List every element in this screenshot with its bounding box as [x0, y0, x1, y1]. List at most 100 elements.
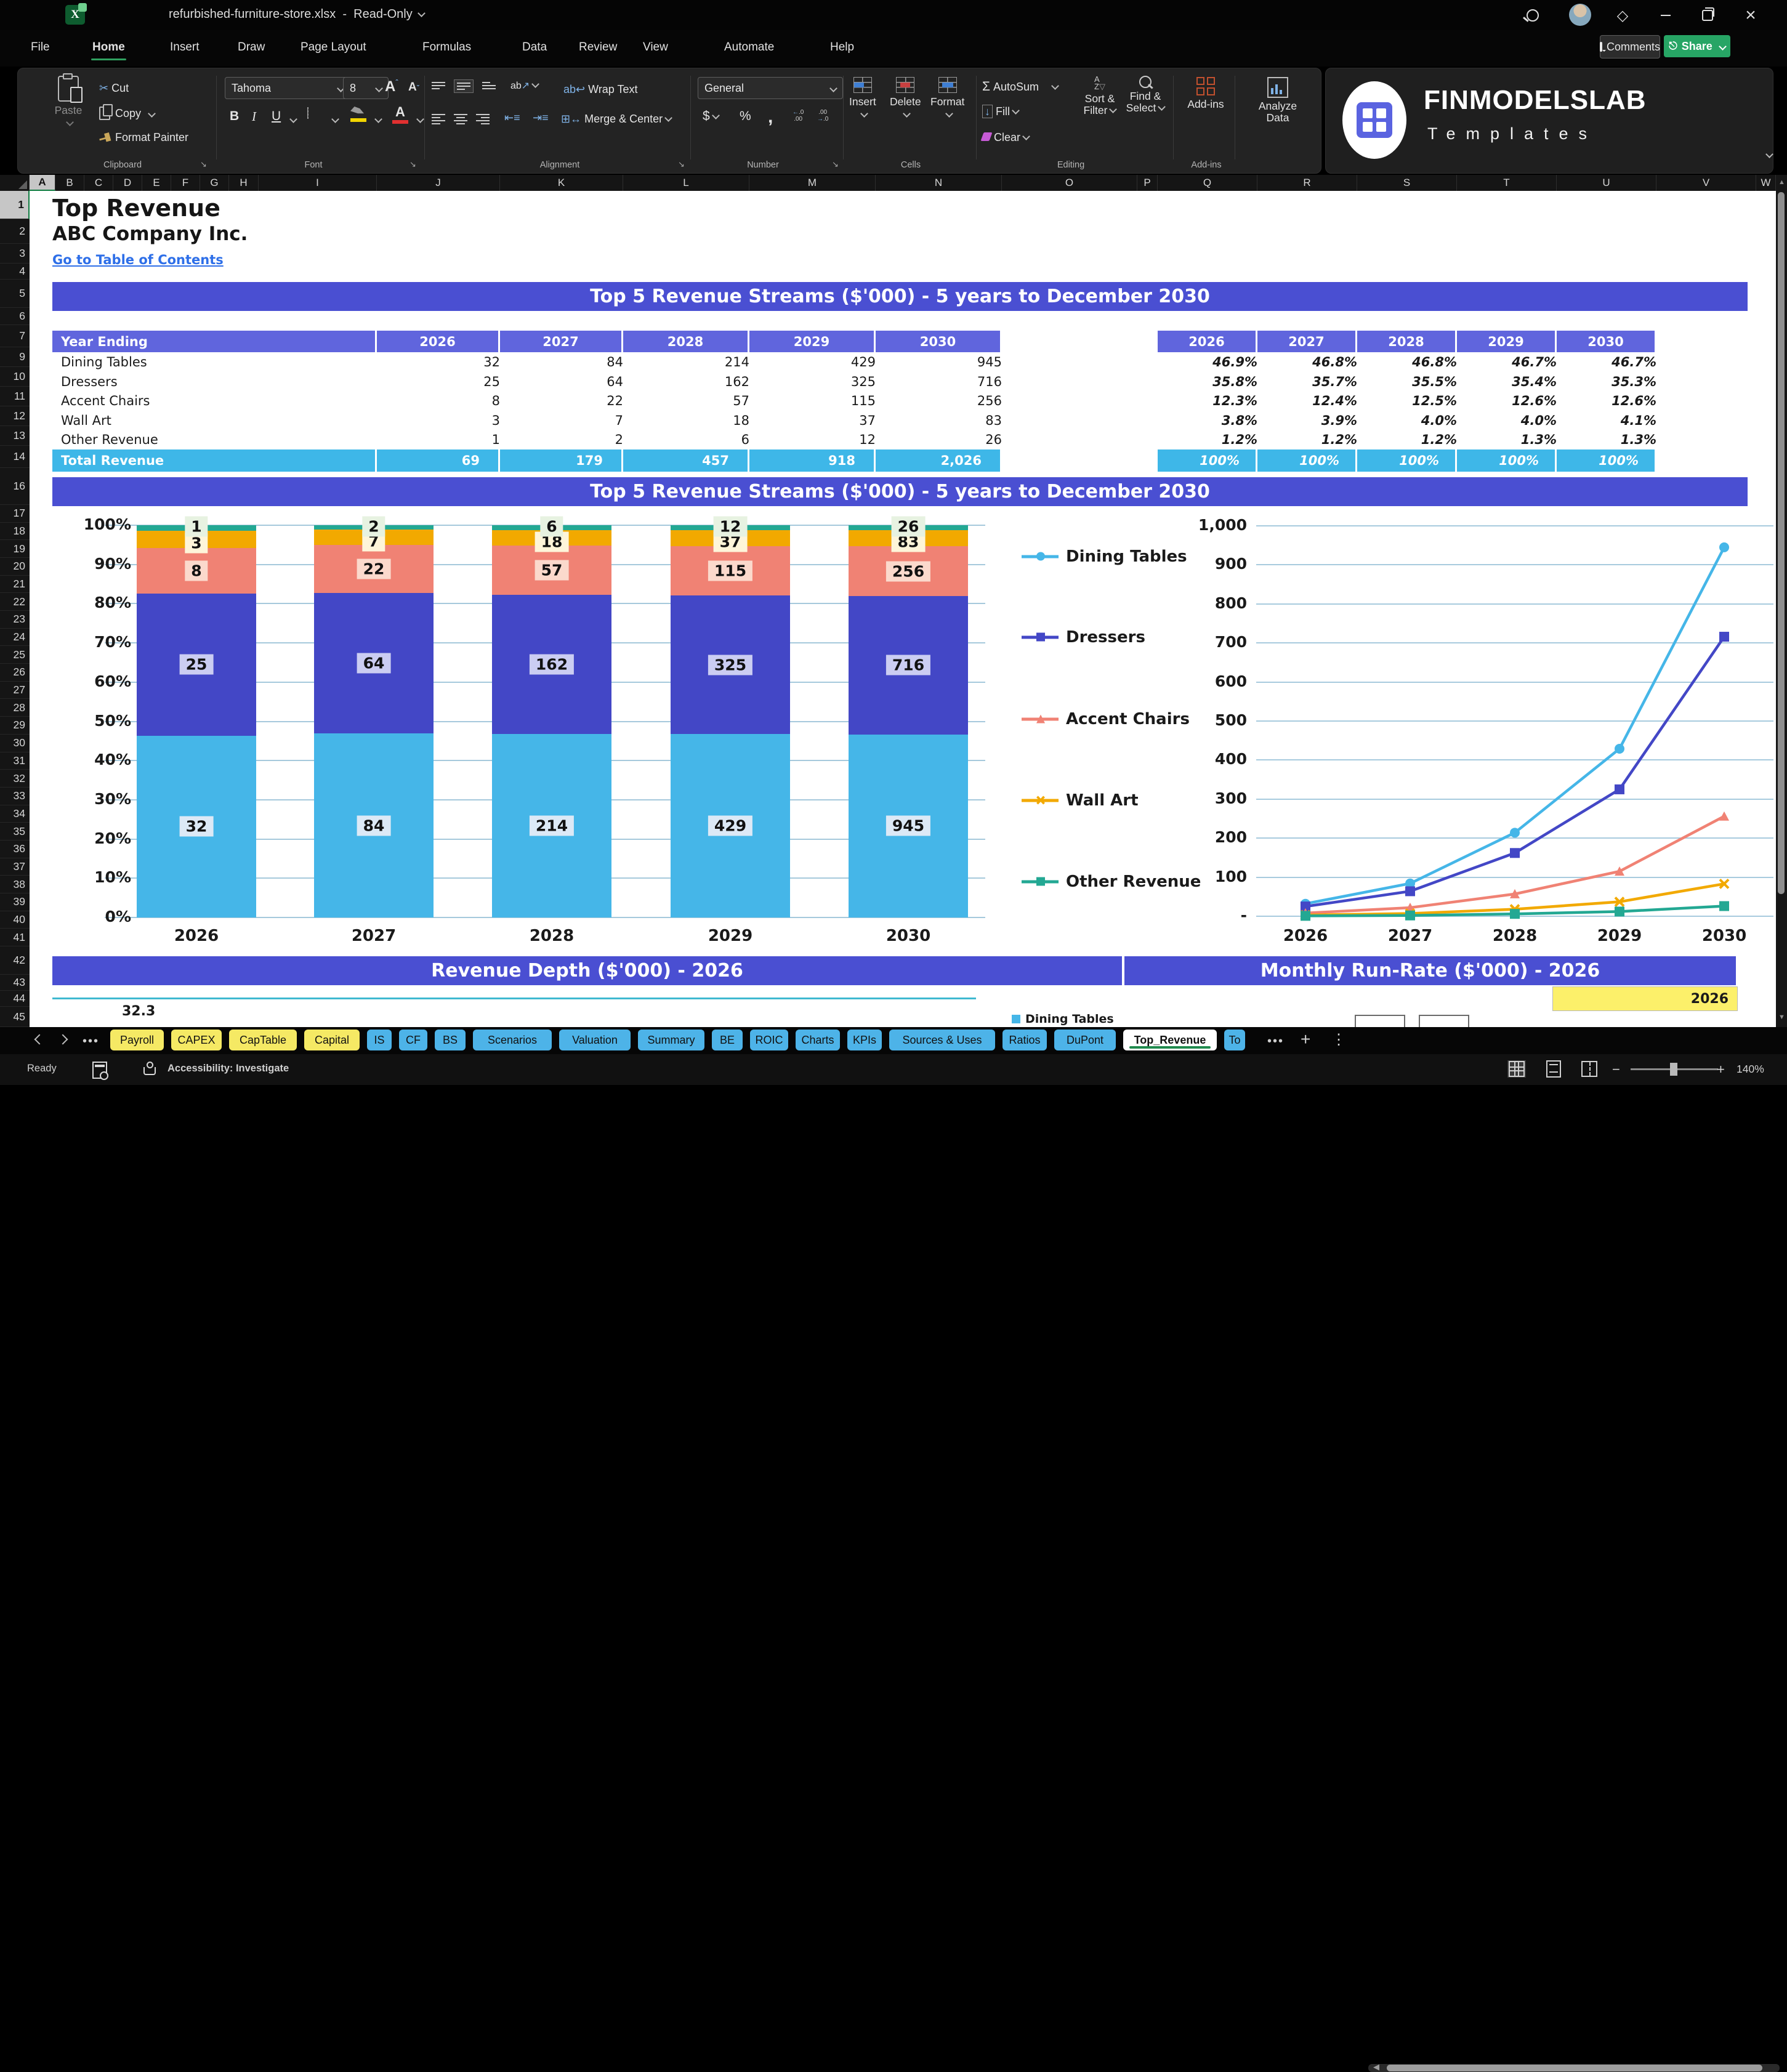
column-header-H[interactable]: H [229, 175, 259, 191]
row-header-7[interactable]: 7 [0, 325, 30, 347]
increase-indent-icon[interactable]: ⇥≡ [533, 111, 549, 124]
row-header-18[interactable]: 18 [0, 523, 30, 541]
sort-filter-button[interactable]: AZ▽ Sort &Filter [1078, 76, 1121, 116]
row-header-24[interactable]: 24 [0, 629, 30, 647]
underline-chevron-icon[interactable] [289, 115, 297, 123]
avatar[interactable] [1569, 4, 1591, 26]
column-header-J[interactable]: J [377, 175, 500, 191]
align-center-icon[interactable] [454, 114, 467, 124]
vertical-scrollbar[interactable]: ▲ ▼ [1776, 175, 1787, 1027]
column-header-W[interactable]: W [1756, 175, 1776, 191]
font-size-select[interactable]: 8 [343, 77, 389, 99]
row-header-19[interactable]: 19 [0, 540, 30, 558]
row-header-37[interactable]: 37 [0, 858, 30, 876]
row-header-39[interactable]: 39 [0, 893, 30, 911]
sheet-tab-capital[interactable]: Capital [304, 1030, 360, 1050]
column-header-V[interactable]: V [1656, 175, 1756, 191]
find-select-button[interactable]: Find &Select [1124, 76, 1167, 114]
hscroll-left-icon[interactable]: ◀ [1373, 2062, 1379, 2072]
column-header-K[interactable]: K [500, 175, 623, 191]
sheet-tab-ratios[interactable]: Ratios [1002, 1030, 1047, 1050]
autosum-button[interactable]: Σ AutoSum [982, 79, 1058, 94]
row-header-1[interactable]: 1 [0, 191, 30, 219]
addins-button[interactable]: Add-ins [1183, 77, 1228, 111]
row-headers[interactable]: 1234567910111213141617181920212223242526… [0, 191, 30, 1027]
tabs-next-icon[interactable] [58, 1034, 68, 1045]
row-header-9[interactable]: 9 [0, 347, 30, 367]
search-icon[interactable] [1523, 6, 1542, 25]
increase-decimal-button[interactable]: ←.0.00 [793, 109, 804, 123]
column-headers[interactable]: ABCDEFGHIJKLMNOPQRSTUVW [0, 175, 1787, 191]
middle-align-icon[interactable] [454, 79, 474, 93]
ribbon-tab-data[interactable]: Data [520, 37, 549, 58]
row-header-36[interactable]: 36 [0, 840, 30, 858]
sheet-tab-cf[interactable]: CF [399, 1030, 427, 1050]
column-header-Q[interactable]: Q [1158, 175, 1257, 191]
sheet-tab-summary[interactable]: Summary [638, 1030, 704, 1050]
sheet-tab-bs[interactable]: BS [435, 1030, 466, 1050]
row-header-11[interactable]: 11 [0, 387, 30, 406]
normal-view-icon[interactable] [1507, 1060, 1526, 1078]
currency-format-button[interactable]: $ [703, 109, 719, 124]
font-color-button[interactable]: A [392, 104, 408, 124]
row-header-27[interactable]: 27 [0, 682, 30, 699]
vertical-scroll-thumb[interactable] [1778, 192, 1785, 894]
share-button[interactable]: ⎋Share [1664, 35, 1730, 57]
column-header-D[interactable]: D [113, 175, 142, 191]
row-header-14[interactable]: 14 [0, 446, 30, 468]
copy-button[interactable]: Copy [99, 107, 155, 120]
row-header-22[interactable]: 22 [0, 593, 30, 611]
ribbon-tab-automate[interactable]: Automate [722, 37, 777, 58]
run-rate-year-cell[interactable]: 2026 [1552, 986, 1738, 1011]
wrap-text-button[interactable]: ab↩ Wrap Text [563, 83, 638, 96]
row-header-38[interactable]: 38 [0, 876, 30, 893]
zoom-in-button[interactable]: + [1717, 1062, 1725, 1078]
sheet-canvas[interactable]: Top Revenue ABC Company Inc. Go to Table… [30, 191, 1776, 1027]
row-header-2[interactable]: 2 [0, 219, 30, 244]
row-header-41[interactable]: 41 [0, 929, 30, 946]
delete-cells-button[interactable]: Delete [890, 77, 921, 116]
premium-diamond-icon[interactable]: ◇ [1613, 6, 1632, 25]
row-header-26[interactable]: 26 [0, 664, 30, 682]
ribbon-tab-file[interactable]: File [28, 37, 52, 58]
column-header-R[interactable]: R [1257, 175, 1357, 191]
row-header-45[interactable]: 45 [0, 1007, 30, 1027]
sheet-tab-be[interactable]: BE [712, 1030, 743, 1050]
number-dialog-launcher[interactable]: ↘ [832, 159, 839, 169]
column-header-U[interactable]: U [1557, 175, 1656, 191]
column-header-N[interactable]: N [876, 175, 1002, 191]
analyze-data-button[interactable]: AnalyzeData [1246, 77, 1310, 124]
font-color-chevron-icon[interactable] [416, 115, 424, 123]
decrease-decimal-button[interactable]: .00→.0 [817, 109, 828, 123]
underline-button[interactable]: U [272, 109, 281, 124]
row-header-21[interactable]: 21 [0, 576, 30, 594]
decrease-font-icon[interactable]: Aˇ [408, 81, 419, 94]
ribbon-tab-formulas[interactable]: Formulas [420, 37, 474, 58]
column-header-O[interactable]: O [1002, 175, 1137, 191]
comma-format-button[interactable]: , [768, 107, 773, 127]
row-header-4[interactable]: 4 [0, 264, 30, 280]
new-sheet-button[interactable]: + [1301, 1030, 1310, 1049]
increase-font-icon[interactable]: Aˆ [385, 78, 398, 95]
align-left-icon[interactable] [432, 114, 445, 124]
ribbon-tab-insert[interactable]: Insert [167, 37, 202, 58]
row-header-17[interactable]: 17 [0, 505, 30, 523]
font-dialog-launcher[interactable]: ↘ [409, 159, 416, 169]
borders-button[interactable] [307, 108, 309, 119]
row-header-3[interactable]: 3 [0, 244, 30, 264]
decrease-indent-icon[interactable]: ⇤≡ [504, 111, 520, 124]
orientation-button[interactable]: ab↗ [510, 79, 538, 92]
row-header-35[interactable]: 35 [0, 823, 30, 840]
select-all-corner[interactable] [0, 175, 30, 191]
page-break-view-icon[interactable] [1580, 1060, 1599, 1078]
tab-options-icon[interactable]: ⋮ [1331, 1031, 1346, 1049]
column-header-T[interactable]: T [1457, 175, 1557, 191]
row-header-28[interactable]: 28 [0, 699, 30, 717]
row-header-33[interactable]: 33 [0, 788, 30, 805]
row-header-31[interactable]: 31 [0, 752, 30, 770]
align-right-icon[interactable] [476, 114, 490, 124]
sheet-tab-payroll[interactable]: Payroll [110, 1030, 164, 1050]
fill-chevron-icon[interactable] [374, 115, 382, 123]
row-header-16[interactable]: 16 [0, 468, 30, 505]
ribbon-tab-review[interactable]: Review [576, 37, 619, 58]
